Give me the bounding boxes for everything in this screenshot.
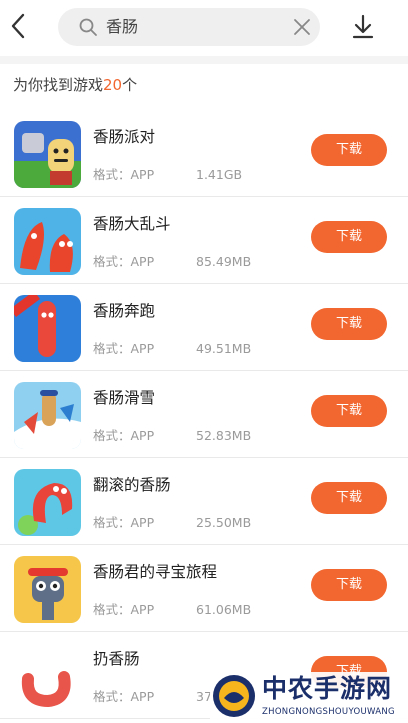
list-item[interactable]: 翻滚的香肠 格式：APP 25.50MB 下载 xyxy=(0,458,408,545)
game-format: 格式：APP xyxy=(93,689,155,704)
game-format: 格式：APP xyxy=(93,254,155,269)
game-format: 格式：APP xyxy=(93,428,155,443)
watermark: 中农手游网 ZHONGNONGSHOUYOUWANG xyxy=(210,672,408,723)
game-size: 25.50MB xyxy=(196,515,252,530)
download-button[interactable]: 下载 xyxy=(311,308,387,340)
result-prefix: 为你找到游戏 xyxy=(13,76,104,94)
list-item[interactable]: 香肠君的寻宝旅程 格式：APP 61.06MB 下载 xyxy=(0,545,408,632)
download-button[interactable]: 下载 xyxy=(311,221,387,253)
download-button[interactable]: 下载 xyxy=(311,395,387,427)
game-icon xyxy=(14,121,81,188)
game-name: 香肠大乱斗 xyxy=(93,215,171,233)
chevron-left-icon xyxy=(11,13,25,39)
list-item[interactable]: 香肠大乱斗 格式：APP 85.49MB 下载 xyxy=(0,197,408,284)
game-format: 格式：APP xyxy=(93,341,155,356)
game-icon xyxy=(14,295,81,362)
game-size: 61.06MB xyxy=(196,602,252,617)
game-name: 扔香肠 xyxy=(93,650,140,668)
game-icon xyxy=(14,382,81,449)
list-item[interactable]: 香肠奔跑 格式：APP 49.51MB 下载 xyxy=(0,284,408,371)
top-bar: 香肠 xyxy=(0,0,408,56)
game-format: 格式：APP xyxy=(93,602,155,617)
game-name: 香肠君的寻宝旅程 xyxy=(93,563,218,581)
result-count: 20 xyxy=(103,76,123,94)
download-button[interactable]: 下载 xyxy=(311,569,387,601)
game-format: 格式：APP xyxy=(93,515,155,530)
result-summary: 为你找到游戏20个 xyxy=(13,74,137,96)
game-name: 香肠奔跑 xyxy=(93,302,156,320)
game-icon xyxy=(14,208,81,275)
list-item[interactable]: 香肠派对 格式：APP 1.41GB 下载 xyxy=(0,110,408,197)
game-size: 49.51MB xyxy=(196,341,252,356)
site-logo xyxy=(213,675,255,717)
game-icon xyxy=(14,643,81,710)
download-icon[interactable] xyxy=(352,14,374,40)
game-format: 格式：APP xyxy=(93,167,155,182)
search-icon xyxy=(79,18,97,36)
game-icon xyxy=(14,556,81,623)
result-suffix: 个 xyxy=(122,76,138,94)
watermark-name: 中农手游网 xyxy=(262,674,393,703)
search-query[interactable]: 香肠 xyxy=(106,17,138,37)
close-icon[interactable] xyxy=(292,17,312,37)
game-name: 香肠派对 xyxy=(93,128,156,146)
download-button[interactable]: 下载 xyxy=(311,482,387,514)
game-size: 52.83MB xyxy=(196,428,252,443)
game-icon xyxy=(14,469,81,536)
game-name: 香肠滑雪 xyxy=(93,389,156,407)
section-divider xyxy=(0,56,408,64)
game-size: 1.41GB xyxy=(196,167,243,182)
game-size: 85.49MB xyxy=(196,254,252,269)
watermark-site: ZHONGNONGSHOUYOUWANG xyxy=(262,707,395,717)
back-button[interactable] xyxy=(6,11,30,41)
game-name: 翻滚的香肠 xyxy=(93,476,171,494)
download-button[interactable]: 下载 xyxy=(311,134,387,166)
list-item[interactable]: 香肠滑雪 格式：APP 52.83MB 下载 xyxy=(0,371,408,458)
search-box[interactable]: 香肠 xyxy=(58,8,320,46)
